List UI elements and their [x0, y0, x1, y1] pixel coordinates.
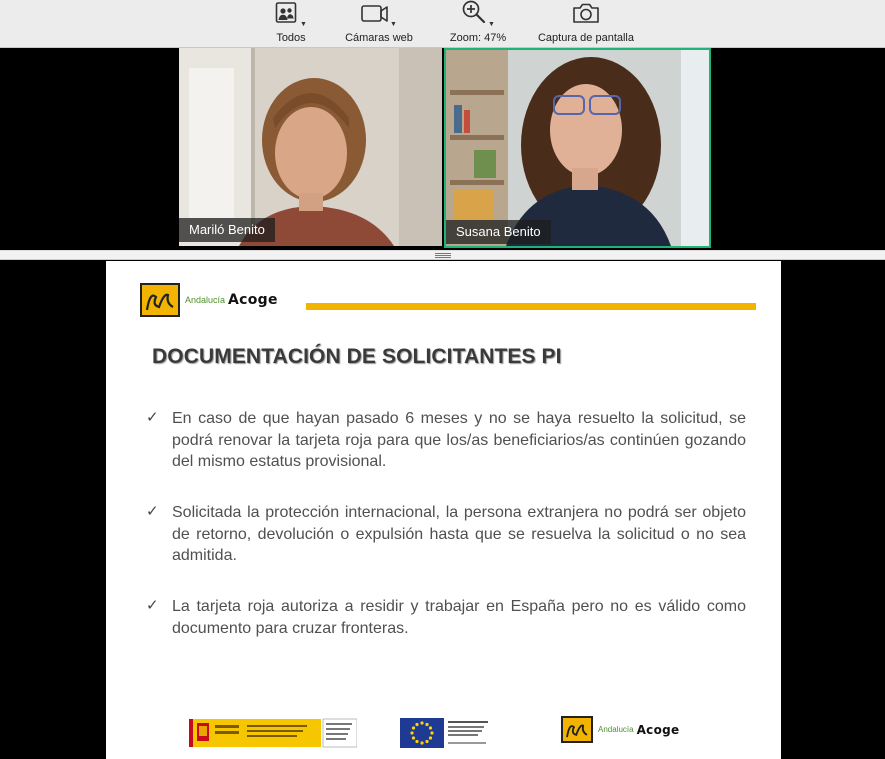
european-union-logo: [400, 716, 500, 750]
zoom-in-icon: [461, 0, 487, 30]
slide-bullet: ✓ En caso de que hayan pasado 6 meses y …: [146, 408, 746, 473]
video-camera-icon: [361, 3, 389, 30]
camera-icon: [571, 1, 601, 30]
andalucia-acoge-footer-logo: Andalucía Acoge: [561, 716, 679, 743]
view-all-button[interactable]: ▼ Todos: [262, 0, 320, 48]
participant-name-label: Susana Benito: [446, 220, 551, 244]
slide-bullet-text: La tarjeta roja autoriza a residir y tra…: [172, 598, 746, 637]
logo-region-text: Andalucía: [598, 725, 634, 734]
participant-video-tile[interactable]: Mariló Benito: [179, 48, 442, 246]
checkmark-icon: ✓: [146, 503, 159, 520]
panel-resize-handle[interactable]: [0, 250, 885, 260]
participants-gallery-icon: [275, 1, 299, 30]
logo-mark: [140, 283, 180, 317]
checkmark-icon: ✓: [146, 597, 159, 614]
slide-bullet-text: En caso de que hayan pasado 6 meses y no…: [172, 410, 746, 470]
participant-name-label: Mariló Benito: [179, 218, 275, 242]
logo-mark: [561, 716, 593, 743]
chevron-down-icon: ▼: [488, 21, 495, 28]
zoom-label: Zoom: 47%: [449, 32, 507, 44]
screenshot-button[interactable]: Captura de pantalla: [530, 0, 642, 48]
checkmark-icon: ✓: [146, 409, 159, 426]
slide-bullet-text: Solicitada la protección internacional, …: [172, 504, 746, 564]
screenshot-label: Captura de pantalla: [537, 32, 634, 44]
slide-title: DOCUMENTACIÓN DE SOLICITANTES PI: [152, 345, 562, 368]
logo-brand-text: Acoge: [228, 292, 278, 308]
accent-bar: [306, 303, 756, 310]
andalucia-acoge-logo: Andalucía Acoge: [140, 283, 278, 317]
spain-government-logo: [189, 716, 357, 750]
view-all-label: Todos: [276, 32, 306, 44]
grip-icon: [434, 252, 451, 258]
video-gallery: Mariló Benito Susana Benito: [0, 48, 885, 250]
zoom-button[interactable]: ▼ Zoom: 47%: [443, 0, 513, 48]
slide-bullet: ✓ La tarjeta roja autoriza a residir y t…: [146, 596, 746, 639]
webcams-label: Cámaras web: [345, 32, 413, 44]
logo-region-text: Andalucía: [185, 295, 226, 305]
logo-brand-text: Acoge: [636, 722, 680, 737]
active-speaker-video-tile[interactable]: Susana Benito: [444, 48, 711, 248]
chevron-down-icon: ▼: [300, 21, 307, 28]
participant-video-feed: [179, 48, 442, 246]
slide-bullet: ✓ Solicitada la protección internacional…: [146, 502, 746, 567]
participant-video-feed: [446, 50, 709, 246]
webcams-button[interactable]: ▼ Cámaras web: [340, 0, 418, 48]
shared-screen-area: Andalucía Acoge DOCUMENTACIÓN DE SOLICIT…: [0, 261, 885, 759]
presentation-slide: Andalucía Acoge DOCUMENTACIÓN DE SOLICIT…: [106, 261, 781, 759]
view-toolbar: ▼ Todos ▼ Cámaras web ▼ Zoom: 47% Captur…: [0, 0, 885, 48]
chevron-down-icon: ▼: [390, 21, 397, 28]
